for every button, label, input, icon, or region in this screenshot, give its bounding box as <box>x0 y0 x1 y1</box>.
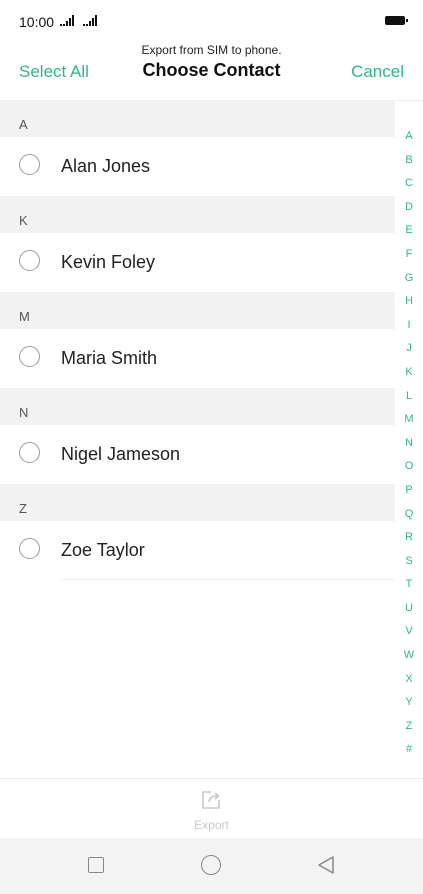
section-letter: Z <box>19 501 27 516</box>
home-icon[interactable] <box>201 855 221 875</box>
index-letter[interactable]: W <box>395 644 423 668</box>
radio-button[interactable] <box>19 442 40 463</box>
header: Export from SIM to phone. Choose Contact… <box>0 40 423 101</box>
index-letter[interactable]: O <box>395 455 423 479</box>
index-letter[interactable]: # <box>395 738 423 762</box>
section-letter: N <box>19 405 29 420</box>
back-icon[interactable] <box>316 855 336 875</box>
index-letter[interactable]: U <box>395 597 423 621</box>
contact-name: Zoe Taylor <box>61 540 145 560</box>
index-letter[interactable]: I <box>395 314 423 338</box>
page-subtitle: Export from SIM to phone. <box>141 43 282 57</box>
section-header: A <box>0 100 395 137</box>
contact-name: Alan Jones <box>61 156 151 176</box>
contact-row-nigel-jameson[interactable]: Nigel Jameson <box>0 425 395 484</box>
alphabet-index-bar[interactable]: A B C D E F G H I J K L M N O P Q R S T U V W X Y Z # <box>395 125 423 762</box>
index-letter[interactable]: H <box>395 290 423 314</box>
cancel-button[interactable]: Cancel <box>351 62 404 82</box>
index-letter[interactable]: C <box>395 172 423 196</box>
index-letter[interactable]: E <box>395 219 423 243</box>
index-letter[interactable]: Q <box>395 503 423 527</box>
index-letter[interactable]: J <box>395 337 423 361</box>
signal-strength-icon <box>60 15 74 26</box>
export-toolbar: Export <box>0 778 423 839</box>
status-bar: 10:00 <box>0 0 423 40</box>
status-time: 10:00 <box>19 14 55 30</box>
export-button-label[interactable]: Export <box>0 818 423 832</box>
index-letter[interactable]: N <box>395 432 423 456</box>
section-letter: A <box>19 117 28 132</box>
contact-name: Maria Smith <box>61 348 158 368</box>
contact-name: Nigel Jameson <box>61 444 181 464</box>
index-letter[interactable]: L <box>395 385 423 409</box>
contact-list: A Alan Jones K Kevin Foley M Maria Smith… <box>0 100 395 580</box>
section-letter: K <box>19 213 28 228</box>
section-letter: M <box>19 309 30 324</box>
index-letter[interactable]: Y <box>395 691 423 715</box>
radio-button[interactable] <box>19 538 40 559</box>
index-letter[interactable]: K <box>395 361 423 385</box>
contact-name: Kevin Foley <box>61 252 156 272</box>
section-header: M <box>0 292 395 329</box>
divider <box>61 579 395 580</box>
radio-button[interactable] <box>19 346 40 367</box>
select-all-button[interactable]: Select All <box>19 62 89 82</box>
radio-button[interactable] <box>19 154 40 175</box>
index-letter[interactable]: T <box>395 573 423 597</box>
index-letter[interactable]: P <box>395 479 423 503</box>
radio-button[interactable] <box>19 250 40 271</box>
section-header: Z <box>0 484 395 521</box>
export-icon[interactable] <box>200 789 222 811</box>
index-letter[interactable]: S <box>395 550 423 574</box>
index-letter[interactable]: A <box>395 125 423 149</box>
contact-row-alan-jones[interactable]: Alan Jones <box>0 137 395 196</box>
index-letter[interactable]: G <box>395 267 423 291</box>
index-letter[interactable]: Z <box>395 715 423 739</box>
signal-strength-icon <box>83 15 97 26</box>
index-letter[interactable]: M <box>395 408 423 432</box>
index-letter[interactable]: X <box>395 668 423 692</box>
section-header: N <box>0 388 395 425</box>
contact-row-maria-smith[interactable]: Maria Smith <box>0 329 395 388</box>
system-navigation-bar <box>0 838 423 894</box>
index-letter[interactable]: V <box>395 620 423 644</box>
contact-row-kevin-foley[interactable]: Kevin Foley <box>0 233 395 292</box>
index-letter[interactable]: D <box>395 196 423 220</box>
recent-apps-icon[interactable] <box>88 857 104 873</box>
index-letter[interactable]: F <box>395 243 423 267</box>
section-header: K <box>0 196 395 233</box>
index-letter[interactable]: B <box>395 149 423 173</box>
contact-row-zoe-taylor[interactable]: Zoe Taylor <box>0 521 395 580</box>
battery-icon <box>385 16 408 25</box>
index-letter[interactable]: R <box>395 526 423 550</box>
